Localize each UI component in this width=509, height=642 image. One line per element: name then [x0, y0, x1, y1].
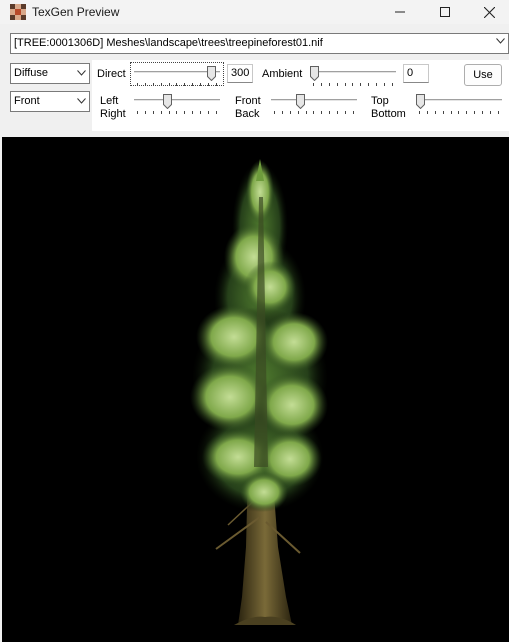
- slider-ticks: [137, 83, 217, 87]
- back-label: Back: [235, 108, 260, 120]
- record-path-combo[interactable]: [TREE:0001306D] Meshes\landscape\trees\t…: [10, 33, 509, 54]
- slider-track: [134, 99, 220, 102]
- slider-thumb[interactable]: [416, 94, 425, 109]
- right-label: Right: [100, 108, 126, 120]
- slider-thumb[interactable]: [310, 66, 319, 81]
- front-back-slider[interactable]: [271, 94, 357, 116]
- bottom-label: Bottom: [371, 108, 406, 120]
- render-mode-value: Diffuse: [14, 67, 49, 79]
- ambient-slider[interactable]: [310, 66, 396, 88]
- slider-thumb[interactable]: [163, 94, 172, 109]
- view-combo[interactable]: Front: [10, 91, 90, 112]
- slider-thumb[interactable]: [207, 66, 216, 81]
- render-mode-combo[interactable]: Diffuse: [10, 63, 90, 84]
- close-button[interactable]: [466, 0, 509, 24]
- maximize-button[interactable]: [422, 0, 468, 24]
- chevron-down-icon: [77, 98, 86, 104]
- direct-value: 300: [231, 67, 250, 79]
- slider-ticks: [137, 111, 217, 115]
- maximize-icon: [440, 7, 450, 17]
- slider-track: [271, 99, 357, 102]
- slider-track: [416, 99, 502, 102]
- minimize-button[interactable]: [377, 0, 423, 24]
- tree-model-render: [190, 159, 328, 625]
- front-label: Front: [235, 95, 261, 107]
- left-label: Left: [100, 95, 119, 107]
- slider-ticks: [313, 83, 393, 87]
- ambient-label: Ambient: [262, 68, 303, 80]
- left-right-slider[interactable]: [134, 94, 220, 116]
- use-button[interactable]: Use: [464, 64, 502, 86]
- title-bar: TexGen Preview: [0, 0, 509, 24]
- slider-thumb[interactable]: [296, 94, 305, 109]
- slider-ticks: [274, 111, 354, 115]
- slider-track: [310, 71, 396, 74]
- texgen-app-icon: [10, 4, 26, 20]
- window-title: TexGen Preview: [32, 5, 120, 19]
- close-icon: [483, 6, 495, 18]
- ambient-value-field[interactable]: 0: [403, 64, 429, 83]
- chevron-down-icon: [77, 70, 86, 76]
- direct-label: Direct: [97, 68, 126, 80]
- ambient-value: 0: [407, 67, 414, 79]
- direct-slider[interactable]: [134, 66, 220, 88]
- minimize-icon: [395, 11, 405, 13]
- top-bottom-slider[interactable]: [416, 94, 502, 116]
- chevron-down-icon: [496, 38, 505, 44]
- preview-viewport[interactable]: [2, 137, 509, 642]
- record-path-value: [TREE:0001306D] Meshes\landscape\trees\t…: [14, 37, 323, 49]
- top-label: Top: [371, 95, 389, 107]
- slider-ticks: [419, 111, 499, 115]
- direct-value-field[interactable]: 300: [227, 64, 253, 83]
- view-value: Front: [14, 95, 40, 107]
